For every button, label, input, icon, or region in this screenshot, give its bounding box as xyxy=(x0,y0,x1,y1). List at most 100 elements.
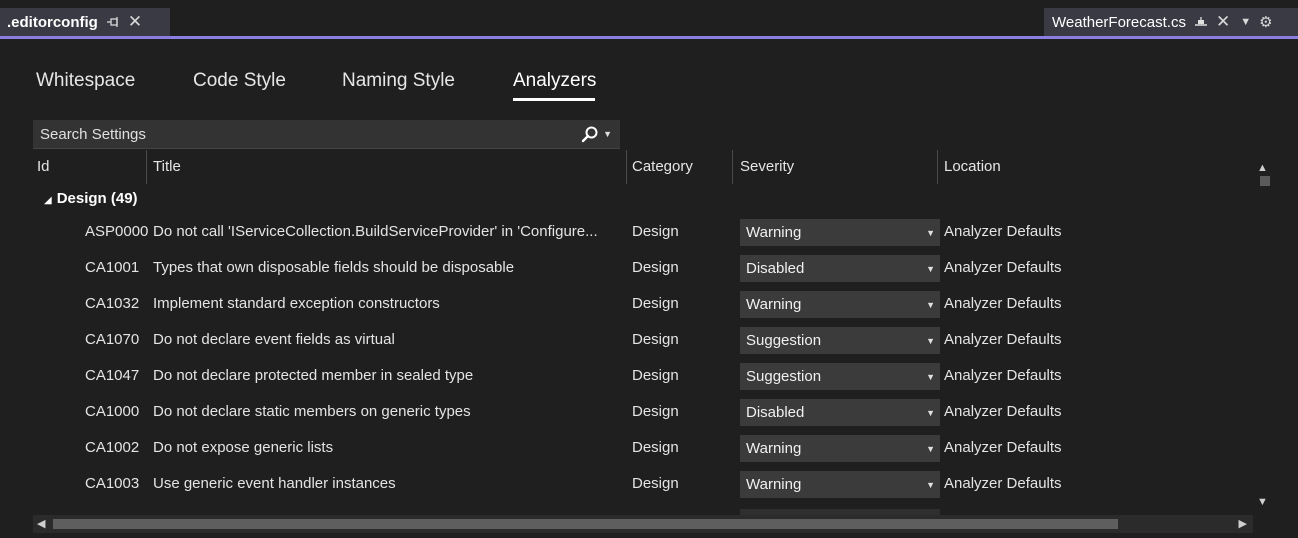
rule-title: Do not declare event fields as virtual xyxy=(153,331,395,348)
rule-id: ASP0000 xyxy=(85,223,149,240)
rule-location: Analyzer Defaults xyxy=(944,403,1062,420)
scrollbar-thumb[interactable] xyxy=(53,519,1118,529)
severity-dropdown[interactable]: Suggestion ▼ xyxy=(740,363,940,390)
rule-title: Do not call 'IServiceCollection.BuildSer… xyxy=(153,223,598,240)
close-icon[interactable]: ✕ xyxy=(1216,12,1230,32)
rule-category: Design xyxy=(632,475,679,492)
severity-value: Suggestion xyxy=(746,332,822,349)
severity-value: Suggestion xyxy=(746,368,822,385)
severity-dropdown[interactable]: Warning ▼ xyxy=(740,435,940,462)
scroll-right-icon[interactable]: ▶ xyxy=(1239,517,1247,530)
chevron-down-icon[interactable]: ▼ xyxy=(926,480,935,490)
vertical-scrollbar[interactable]: ▲ ▼ xyxy=(1252,150,1274,512)
document-tab-strip: .editorconfig ✕ WeatherForecast.cs ✕ ▼ ⚙ xyxy=(0,5,1298,41)
rule-category: Design xyxy=(632,403,679,420)
scroll-left-icon[interactable]: ◀ xyxy=(37,517,45,530)
tab-analyzers[interactable]: Analyzers xyxy=(513,70,596,92)
pin-icon[interactable] xyxy=(106,16,120,28)
column-separator[interactable] xyxy=(732,150,733,184)
rule-title: Use generic event handler instances xyxy=(153,475,396,492)
rule-location: Analyzer Defaults xyxy=(944,367,1062,384)
rule-id: CA1000 xyxy=(85,403,140,420)
doc-tab-weatherforecast[interactable]: WeatherForecast.cs ✕ ▼ ⚙ xyxy=(1044,8,1298,36)
doc-tab-title: WeatherForecast.cs xyxy=(1052,13,1186,31)
severity-dropdown[interactable]: Warning ▼ xyxy=(740,219,940,246)
table-row[interactable]: CA1032 Implement standard exception cons… xyxy=(0,286,1252,322)
severity-dropdown[interactable]: Disabled ▼ xyxy=(740,399,940,426)
column-separator[interactable] xyxy=(626,150,627,184)
column-header-category[interactable]: Category xyxy=(632,150,693,184)
group-header-design[interactable]: ◢ Design (49) xyxy=(44,184,138,214)
rule-location: Analyzer Defaults xyxy=(944,259,1062,276)
search-settings-box[interactable]: Search Settings ▼ xyxy=(33,120,620,149)
chevron-down-icon[interactable]: ▼ xyxy=(926,372,935,382)
column-separator[interactable] xyxy=(146,150,147,184)
severity-dropdown[interactable]: Warning ▼ xyxy=(740,291,940,318)
doc-tab-title: .editorconfig xyxy=(7,13,98,31)
table-row[interactable]: CA1002 Do not expose generic lists Desig… xyxy=(0,430,1252,466)
gear-icon[interactable]: ⚙ xyxy=(1259,13,1272,31)
column-header-title[interactable]: Title xyxy=(153,150,181,184)
chevron-down-icon[interactable]: ▼ xyxy=(926,228,935,238)
column-header-id[interactable]: Id xyxy=(37,150,50,184)
rule-category: Design xyxy=(632,367,679,384)
table-row[interactable]: ASP0000 Do not call 'IServiceCollection.… xyxy=(0,214,1252,250)
rule-location: Analyzer Defaults xyxy=(944,223,1062,240)
table-row[interactable]: CA1003 Use generic event handler instanc… xyxy=(0,466,1252,502)
rule-id: CA1070 xyxy=(85,331,140,348)
rule-id: CA1032 xyxy=(85,295,140,312)
expand-collapse-icon[interactable]: ◢ xyxy=(44,195,52,206)
pinned-icon[interactable] xyxy=(1194,16,1208,28)
close-icon[interactable]: ✕ xyxy=(128,12,142,32)
rule-category: Design xyxy=(632,331,679,348)
rule-title: Do not declare static members on generic… xyxy=(153,403,471,420)
scrollbar-thumb[interactable] xyxy=(1260,176,1270,186)
severity-value: Warning xyxy=(746,440,802,457)
rule-location: Analyzer Defaults xyxy=(944,331,1062,348)
tab-code-style[interactable]: Code Style xyxy=(193,70,286,92)
table-row[interactable]: CA1000 Do not declare static members on … xyxy=(0,394,1252,430)
rule-category: Design xyxy=(632,223,679,240)
severity-value: Warning xyxy=(746,296,802,313)
active-tab-accent xyxy=(0,36,1298,39)
rule-category: Design xyxy=(632,439,679,456)
tab-naming-style[interactable]: Naming Style xyxy=(342,70,455,92)
chevron-down-icon[interactable]: ▼ xyxy=(1240,16,1251,28)
scroll-up-icon[interactable]: ▲ xyxy=(1257,162,1268,174)
rule-location: Analyzer Defaults xyxy=(944,439,1062,456)
tab-whitespace[interactable]: Whitespace xyxy=(36,70,135,92)
active-tab-underline xyxy=(513,98,595,101)
column-header-location[interactable]: Location xyxy=(944,150,1001,184)
rule-category: Design xyxy=(632,259,679,276)
horizontal-scrollbar[interactable]: ◀ ▶ xyxy=(33,515,1253,533)
severity-value: Disabled xyxy=(746,404,805,421)
severity-dropdown[interactable]: Disabled ▼ xyxy=(740,255,940,282)
chevron-down-icon[interactable]: ▼ xyxy=(926,444,935,454)
search-options-chevron-icon[interactable]: ▼ xyxy=(603,129,612,139)
editorconfig-window: .editorconfig ✕ WeatherForecast.cs ✕ ▼ ⚙… xyxy=(0,0,1298,538)
table-row[interactable]: CA1047 Do not declare protected member i… xyxy=(0,358,1252,394)
table-row-partial xyxy=(0,504,1252,515)
group-label: Design (49) xyxy=(56,190,138,207)
table-row[interactable]: CA1001 Types that own disposable fields … xyxy=(0,250,1252,286)
column-header-severity[interactable]: Severity xyxy=(740,150,794,184)
severity-dropdown[interactable]: Suggestion ▼ xyxy=(740,327,940,354)
rule-location: Analyzer Defaults xyxy=(944,475,1062,492)
severity-dropdown[interactable]: Warning ▼ xyxy=(740,471,940,498)
rule-id: CA1002 xyxy=(85,439,140,456)
scroll-down-icon[interactable]: ▼ xyxy=(1257,496,1268,508)
rule-category: Design xyxy=(632,295,679,312)
chevron-down-icon[interactable]: ▼ xyxy=(926,408,935,418)
rule-id: CA1047 xyxy=(85,367,140,384)
severity-value: Warning xyxy=(746,224,802,241)
search-input[interactable]: Search Settings xyxy=(40,126,581,143)
doc-tab-editorconfig[interactable]: .editorconfig ✕ xyxy=(0,8,170,36)
chevron-down-icon[interactable]: ▼ xyxy=(926,264,935,274)
chevron-down-icon[interactable]: ▼ xyxy=(926,300,935,310)
rule-location: Analyzer Defaults xyxy=(944,295,1062,312)
chevron-down-icon[interactable]: ▼ xyxy=(926,336,935,346)
rule-title: Types that own disposable fields should … xyxy=(153,259,515,276)
search-icon[interactable] xyxy=(581,125,599,143)
table-row[interactable]: CA1070 Do not declare event fields as vi… xyxy=(0,322,1252,358)
column-separator[interactable] xyxy=(937,150,938,184)
